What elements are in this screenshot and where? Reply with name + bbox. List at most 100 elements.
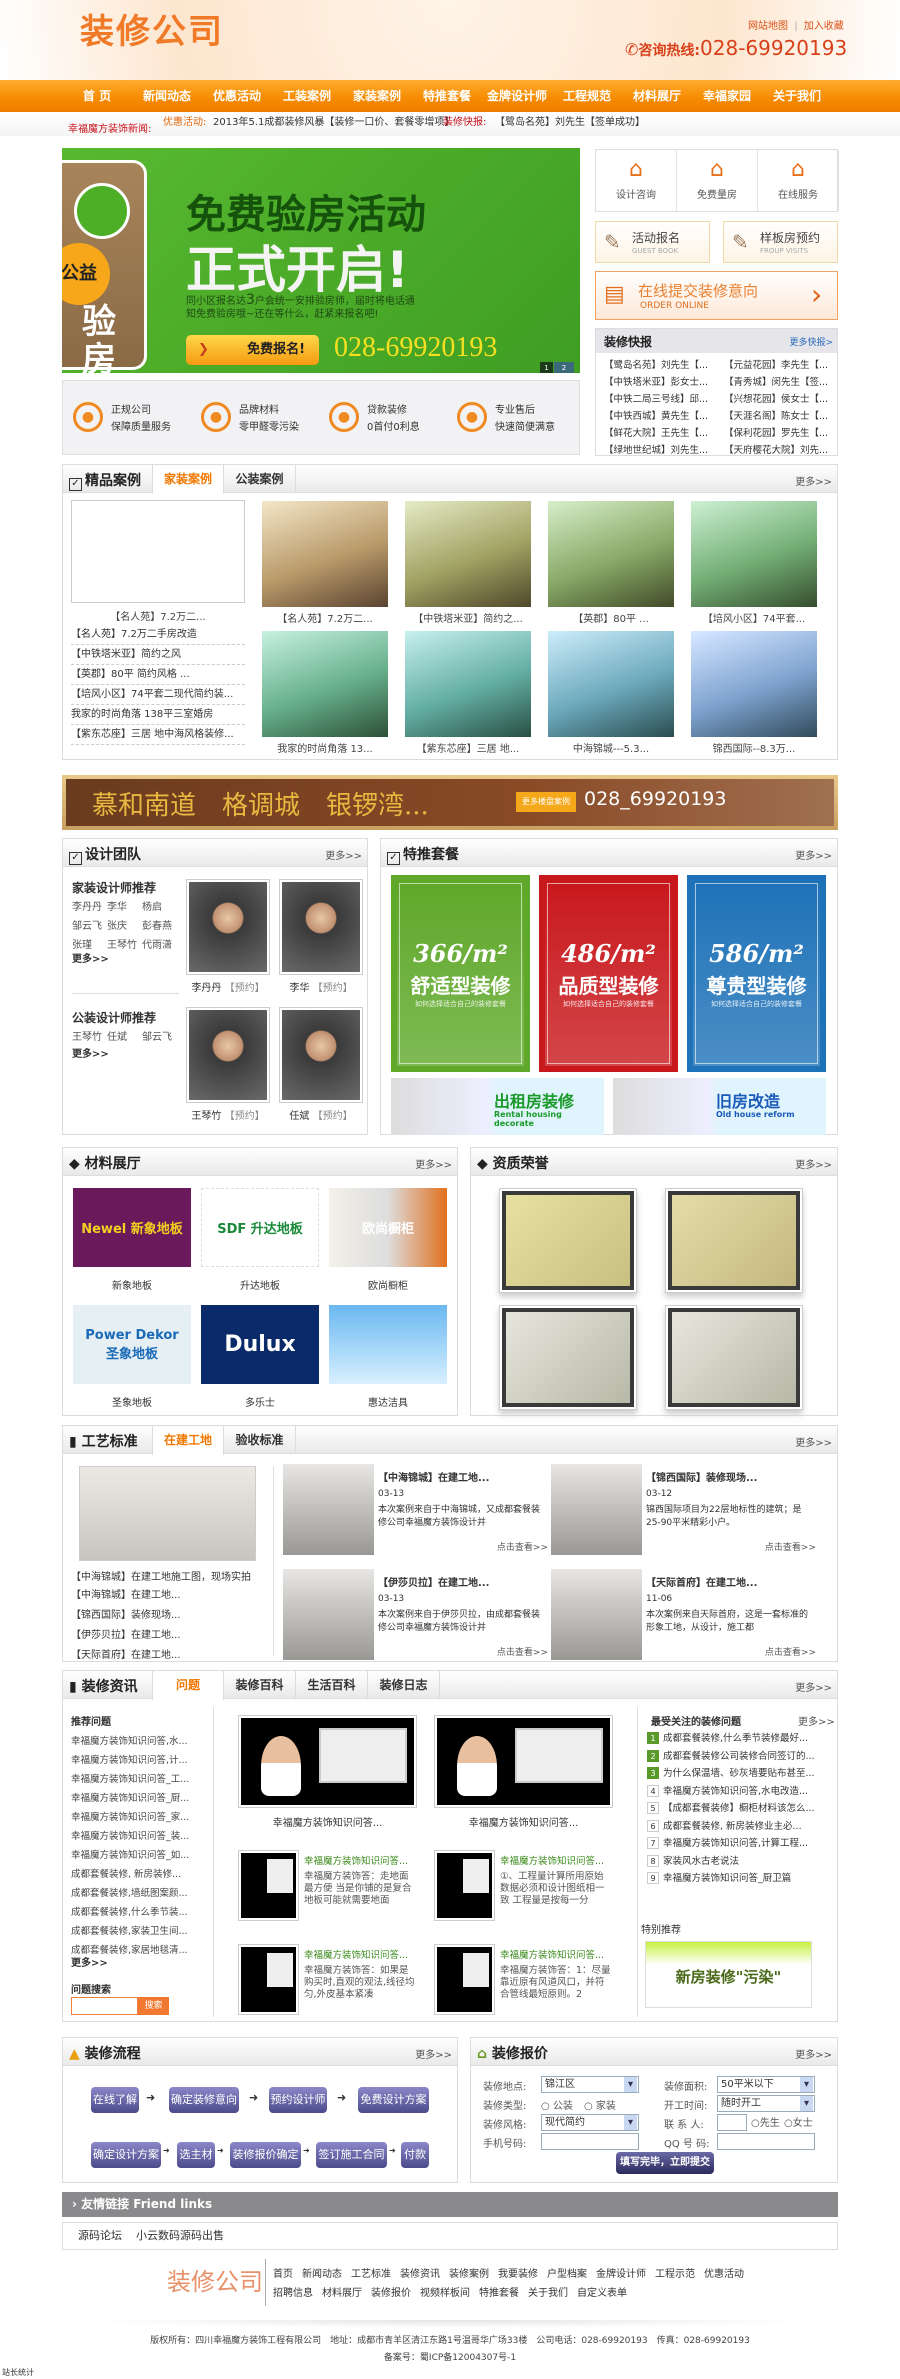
- qa-item[interactable]: 幸福魔方装饰知识问答... 幸福魔方装饰答：1：尽量靠近原有风道风口，并符合管线…: [434, 1944, 626, 2016]
- site-list-item[interactable]: 【中海锦城】在建工地...: [71, 1586, 181, 1601]
- icp-number[interactable]: 备案号：蜀ICP备12004307号-1: [0, 2350, 900, 2363]
- case-caption[interactable]: 【名人苑】7.2万二...: [262, 610, 388, 625]
- footer-nav-link[interactable]: 招聘信息: [273, 2288, 313, 2299]
- brand-name[interactable]: 圣象地板: [73, 1394, 191, 1409]
- recommended-question[interactable]: 幸福魔方装饰知识问答_如...: [71, 1847, 205, 1861]
- flash-item[interactable]: 【元益花园】李先生【...: [724, 357, 839, 371]
- hot-question[interactable]: 2 成都套餐装修公司装修合同签订的...: [647, 1748, 827, 1762]
- site-title[interactable]: 【中海锦城】在建工地...: [378, 1469, 489, 1484]
- flash-item[interactable]: 【保利花园】罗先生【...: [724, 425, 839, 439]
- footer-nav-link[interactable]: 关于我们: [528, 2288, 568, 2299]
- site-list-item[interactable]: 【伊莎贝拉】在建工地...: [71, 1626, 181, 1641]
- flash-item[interactable]: 【中铁二局三号线】邱...: [604, 391, 719, 405]
- news-tab[interactable]: 生活百科: [296, 1671, 368, 1699]
- book-link[interactable]: 【预约】: [313, 1111, 353, 1122]
- more-link[interactable]: 更多>>: [325, 847, 362, 862]
- brand-logo[interactable]: Power Dekor 圣象地板: [73, 1305, 191, 1384]
- hot-question[interactable]: 1 成都套餐装修,什么季节装修最好...: [647, 1730, 827, 1744]
- qa-title[interactable]: 幸福魔方装饰知识问答...: [500, 1853, 624, 1867]
- recommended-question[interactable]: 幸福魔方装饰知识问答_家...: [71, 1809, 205, 1823]
- process-step[interactable]: 付款: [401, 2142, 429, 2168]
- footer-nav-link[interactable]: 工艺标准: [351, 2269, 391, 2280]
- brand-logo[interactable]: [329, 1305, 447, 1384]
- case-list-item[interactable]: 【英郡】80平 简约风格 ...: [71, 665, 245, 685]
- flash-item[interactable]: 【鲜花大院】王先生【...: [604, 425, 719, 439]
- footer-nav-link[interactable]: 装修报价: [371, 2288, 411, 2299]
- more-link[interactable]: 更多>>: [415, 1156, 452, 1171]
- view-link[interactable]: 点击查看>>: [765, 1645, 816, 1658]
- designer-photo[interactable]: [282, 882, 360, 972]
- site-image[interactable]: [551, 1569, 642, 1660]
- quick-service-item[interactable]: ⌂ 在线服务: [758, 150, 839, 211]
- nav-item[interactable]: 金牌设计师: [482, 80, 552, 112]
- flash-more-link[interactable]: 更多快报>: [789, 335, 833, 348]
- material-item[interactable]: SDF 升达地板 升达地板: [201, 1188, 319, 1292]
- case-image[interactable]: [405, 501, 531, 607]
- nav-item[interactable]: 优惠活动: [202, 80, 272, 112]
- book-link[interactable]: 【预约】: [313, 983, 353, 994]
- footer-nav-link[interactable]: 新闻动态: [302, 2269, 342, 2280]
- quick-service-item[interactable]: ⌂ 设计咨询: [596, 150, 677, 211]
- bookmark-link[interactable]: 加入收藏: [804, 21, 844, 32]
- signup-button[interactable]: ❯ 免费报名!: [186, 335, 319, 365]
- news-text[interactable]: 【鹭岛名苑】刘先生【签单成功】: [495, 113, 645, 128]
- recommended-question[interactable]: 幸福魔方装饰知识问答,水...: [71, 1733, 205, 1747]
- brand-name[interactable]: 升达地板: [201, 1277, 319, 1292]
- footer-nav-link[interactable]: 户型档案: [547, 2269, 587, 2280]
- designer-name-link[interactable]: 张瑾: [72, 936, 107, 951]
- case-caption[interactable]: 【培风小区】74平套...: [691, 610, 817, 625]
- start-select[interactable]: 随时开工: [717, 2095, 815, 2112]
- type-radio-home[interactable]: ○ 家装: [584, 2097, 616, 2112]
- site-item[interactable]: 【伊莎贝拉】在建工地... 03-13 本次案例来自于伊莎贝拉，由成都套餐装修公…: [283, 1569, 548, 1661]
- more-link[interactable]: 更多>>: [795, 1156, 832, 1171]
- footer-logo[interactable]: 装修公司: [167, 2262, 263, 2297]
- case-card[interactable]: 【名人苑】7.2万二...: [262, 501, 388, 625]
- order-online-button[interactable]: ▤ 在线提交装修意向 ORDER ONLINE ›: [595, 271, 838, 320]
- video-caption[interactable]: 幸福魔方装饰知识问答...: [434, 1814, 613, 1829]
- process-step[interactable]: 确定设计方案: [91, 2142, 161, 2168]
- case-image[interactable]: [262, 501, 388, 607]
- designer-name-link[interactable]: 彭春燕: [142, 917, 177, 932]
- designer-name-link[interactable]: 王琴竹: [107, 936, 142, 951]
- nav-item[interactable]: 家装案例: [342, 80, 412, 112]
- flash-item[interactable]: 【天涯名阁】陈女士【...: [724, 408, 839, 422]
- footer-nav-link[interactable]: 装修案例: [449, 2269, 489, 2280]
- package-card[interactable]: 586/m² 尊贵型装修 如何选择适合自己的装修套餐: [687, 875, 826, 1072]
- designer-name-link[interactable]: 任斌: [107, 1028, 142, 1043]
- material-item[interactable]: 欧尚橱柜 欧尚橱柜: [329, 1188, 447, 1292]
- brand-logo[interactable]: Dulux: [201, 1305, 319, 1384]
- friend-link[interactable]: 源码论坛: [78, 2229, 122, 2242]
- case-image[interactable]: [405, 631, 531, 737]
- hero-banner[interactable]: 公益 验房 免费验房活动 正式开启! 同小区报名达3户会统一安排验房师，届时将电…: [62, 148, 580, 373]
- designer-name-link[interactable]: 邹云飞: [72, 917, 107, 932]
- more-link[interactable]: 更多>>: [795, 2046, 832, 2061]
- style-select[interactable]: 现代简约: [541, 2114, 639, 2131]
- footer-nav-link[interactable]: 装修资讯: [400, 2269, 440, 2280]
- news-tab[interactable]: 装修日志: [368, 1671, 440, 1699]
- special-banner[interactable]: 新房装修"污染": [645, 1941, 812, 2008]
- footer-nav-link[interactable]: 材料展厅: [322, 2288, 362, 2299]
- designer-name-link[interactable]: 王琴竹: [72, 1028, 107, 1043]
- action-card[interactable]: ✎ 样板房预约 FROUP VISITS: [723, 221, 838, 263]
- case-card[interactable]: 【培风小区】74平套...: [691, 501, 817, 625]
- nav-item[interactable]: 工程规范: [552, 80, 622, 112]
- qq-input[interactable]: [717, 2133, 815, 2150]
- view-link[interactable]: 点击查看>>: [497, 1540, 548, 1553]
- case-card[interactable]: 锦西国际--8.3万...: [691, 631, 817, 755]
- process-step[interactable]: 签订施工合同: [316, 2142, 387, 2168]
- case-list-item[interactable]: 【名人苑】7.2万二手房改造: [71, 625, 245, 645]
- designer-card[interactable]: 任斌 【预约】: [279, 1007, 363, 1122]
- brand-logo[interactable]: Newel 新象地板: [73, 1188, 191, 1267]
- case-image[interactable]: [548, 631, 674, 737]
- hot-question[interactable]: 3 为什么保温墙、砂灰墙要贴布甚至...: [647, 1765, 827, 1779]
- flash-item[interactable]: 【鹭岛名苑】刘先生【...: [604, 357, 719, 371]
- question-search-input[interactable]: [71, 1997, 138, 2015]
- brand-logo[interactable]: SDF 升达地板: [201, 1188, 319, 1267]
- case-image[interactable]: [548, 501, 674, 607]
- qa-item[interactable]: 幸福魔方装饰知识问答... 幸福魔方装饰答：走地面最方便 当是你铺的是复合地板可…: [238, 1850, 430, 1922]
- process-step[interactable]: 免费设计方案: [358, 2087, 429, 2113]
- view-link[interactable]: 点击查看>>: [497, 1645, 548, 1658]
- recommended-question[interactable]: 幸福魔方装饰知识问答,计...: [71, 1752, 205, 1766]
- book-link[interactable]: 【预约】: [225, 983, 265, 994]
- service-banner[interactable]: 出租房装修 Rental housing decorate: [391, 1078, 604, 1135]
